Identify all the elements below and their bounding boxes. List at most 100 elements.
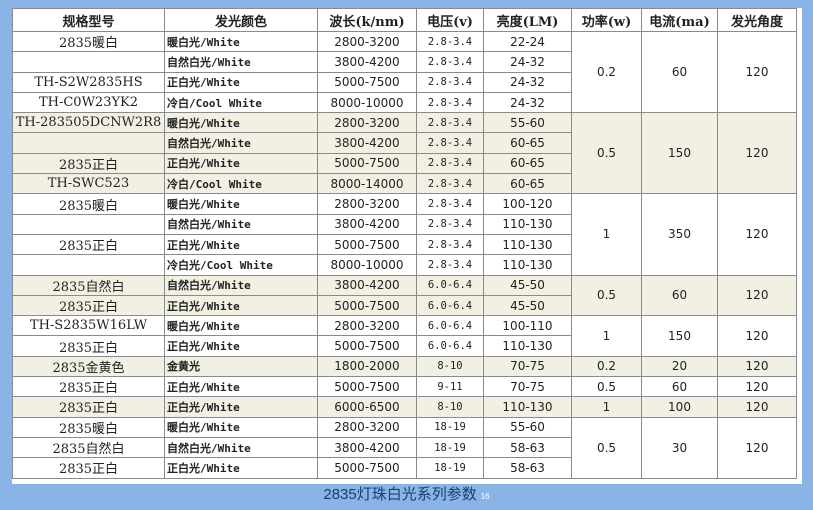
page-number: 16 xyxy=(480,492,490,501)
cell-brightness: 24-32 xyxy=(483,71,572,93)
cell-model: TH-C0W23YK2 xyxy=(12,91,165,114)
cell-model xyxy=(12,132,165,154)
cell-color: 冷白/Cool White xyxy=(164,91,318,114)
cell-model: 2835正白 xyxy=(12,152,165,175)
cell-voltage: 2.8-3.4 xyxy=(416,71,484,93)
spec-table: 规格型号 发光颜色 波长(k/nm) 电压(v) 亮度(LM) 功率(w) 电流… xyxy=(12,8,797,479)
cell-model: 2835正白 xyxy=(12,294,165,317)
cell-color: 正白光/White xyxy=(164,396,318,418)
cell-wavelength: 5000-7500 xyxy=(317,71,417,93)
cell-brightness: 110-130 xyxy=(483,335,572,357)
table-row: 2835自然白 自然白光/White 3800-4200 6.0-6.4 45-50 0.… xyxy=(12,274,797,317)
cell-voltage: 2.8-3.4 xyxy=(416,254,484,276)
cell-brightness: 55-60 xyxy=(483,416,572,438)
cell-voltage: 8-10 xyxy=(416,396,484,418)
cell-voltage: 2.8-3.4 xyxy=(416,112,484,134)
cell-color: 自然白光/White xyxy=(164,274,318,296)
cell-current: 100 xyxy=(641,396,718,418)
cell-wavelength: 8000-10000 xyxy=(317,254,417,276)
cell-brightness: 60-65 xyxy=(483,173,572,195)
caption: 2835灯珠白光系列参数 16 xyxy=(0,484,813,508)
cell-model: 2835暖白 xyxy=(12,30,165,53)
cell-angle: 120 xyxy=(717,112,797,195)
cell-brightness: 58-63 xyxy=(483,457,572,479)
caption-title: 2835灯珠白光系列参数 xyxy=(323,486,477,503)
cell-voltage: 18-19 xyxy=(416,436,484,459)
cell-model: 2835自然白 xyxy=(12,436,165,459)
cell-wavelength: 5000-7500 xyxy=(317,335,417,357)
cell-color: 自然白光/White xyxy=(164,132,318,154)
cell-wavelength: 3800-4200 xyxy=(317,51,417,73)
table-row: TH-S2835W16LW 暖白光/White 2800-3200 6.0-6.4 10… xyxy=(12,315,797,357)
cell-angle: 120 xyxy=(717,396,797,418)
cell-model xyxy=(12,254,165,276)
cell-current: 30 xyxy=(641,416,718,479)
cell-wavelength: 8000-10000 xyxy=(317,91,417,114)
cell-voltage: 2.8-3.4 xyxy=(416,173,484,195)
cell-voltage: 18-19 xyxy=(416,457,484,479)
cell-brightness: 70-75 xyxy=(483,355,572,378)
cell-power: 0.2 xyxy=(571,355,642,378)
cell-color: 冷白/Cool White xyxy=(164,173,318,195)
cell-power: 1 xyxy=(571,396,642,418)
cell-wavelength: 3800-4200 xyxy=(317,213,417,235)
cell-voltage: 6.0-6.4 xyxy=(416,274,484,296)
cell-voltage: 6.0-6.4 xyxy=(416,294,484,317)
cell-model: TH-SWC523 xyxy=(12,173,165,195)
cell-power: 1 xyxy=(571,193,642,276)
cell-voltage: 6.0-6.4 xyxy=(416,315,484,337)
cell-current: 60 xyxy=(641,274,718,317)
header-voltage: 电压(v) xyxy=(416,8,484,32)
cell-brightness: 55-60 xyxy=(483,112,572,134)
cell-brightness: 60-65 xyxy=(483,152,572,175)
cell-model: 2835自然白 xyxy=(12,274,165,296)
cell-brightness: 70-75 xyxy=(483,376,572,398)
cell-model: TH-283505DCNW2R8 xyxy=(12,112,165,134)
cell-current: 60 xyxy=(641,30,718,114)
cell-brightness: 24-32 xyxy=(483,51,572,73)
cell-model xyxy=(12,213,165,235)
cell-angle: 120 xyxy=(717,315,797,357)
cell-brightness: 45-50 xyxy=(483,274,572,296)
cell-angle: 120 xyxy=(717,30,797,114)
cell-color: 正白光/White xyxy=(164,71,318,93)
cell-power: 1 xyxy=(571,315,642,357)
header-wavelength: 波长(k/nm) xyxy=(317,8,417,32)
table-body: 2835暖白 暖白光/White 2800-3200 2.8-3.4 22-24 0.2 6… xyxy=(12,30,797,479)
cell-model: TH-S2W2835HS xyxy=(12,71,165,93)
cell-color: 暖白光/White xyxy=(164,416,318,438)
cell-power: 0.2 xyxy=(571,30,642,114)
cell-color: 自然白光/White xyxy=(164,51,318,73)
cell-color: 暖白光/White xyxy=(164,193,318,215)
cell-color: 正白光/White xyxy=(164,152,318,175)
cell-voltage: 2.8-3.4 xyxy=(416,51,484,73)
header-power: 功率(w) xyxy=(571,8,642,32)
cell-model: 2835金黄色 xyxy=(12,355,165,378)
cell-brightness: 45-50 xyxy=(483,294,572,317)
cell-wavelength: 6000-6500 xyxy=(317,396,417,418)
cell-voltage: 2.8-3.4 xyxy=(416,91,484,114)
cell-color: 正白光/White xyxy=(164,457,318,479)
cell-voltage: 2.8-3.4 xyxy=(416,152,484,175)
table-row: 2835正白 正白光/White 5000-7500 9-11 70-75 0.5 60 12… xyxy=(12,376,797,398)
cell-wavelength: 5000-7500 xyxy=(317,233,417,256)
cell-brightness: 58-63 xyxy=(483,436,572,459)
cell-power: 0.5 xyxy=(571,376,642,398)
header-model: 规格型号 xyxy=(12,8,165,32)
header-row: 规格型号 发光颜色 波长(k/nm) 电压(v) 亮度(LM) 功率(w) 电流… xyxy=(12,8,797,32)
cell-angle: 120 xyxy=(717,376,797,398)
cell-color: 自然白光/White xyxy=(164,213,318,235)
header-color: 发光颜色 xyxy=(164,8,318,32)
cell-voltage: 18-19 xyxy=(416,416,484,438)
cell-color: 自然白光/White xyxy=(164,436,318,459)
cell-power: 0.5 xyxy=(571,112,642,195)
cell-brightness: 110-130 xyxy=(483,396,572,418)
cell-color: 金黄光 xyxy=(164,355,318,378)
cell-wavelength: 2800-3200 xyxy=(317,416,417,438)
cell-color: 暖白光/White xyxy=(164,112,318,134)
header-angle: 发光角度 xyxy=(717,8,797,32)
cell-wavelength: 1800-2000 xyxy=(317,355,417,378)
cell-wavelength: 3800-4200 xyxy=(317,132,417,154)
cell-color: 正白光/White xyxy=(164,335,318,357)
cell-brightness: 110-130 xyxy=(483,233,572,256)
